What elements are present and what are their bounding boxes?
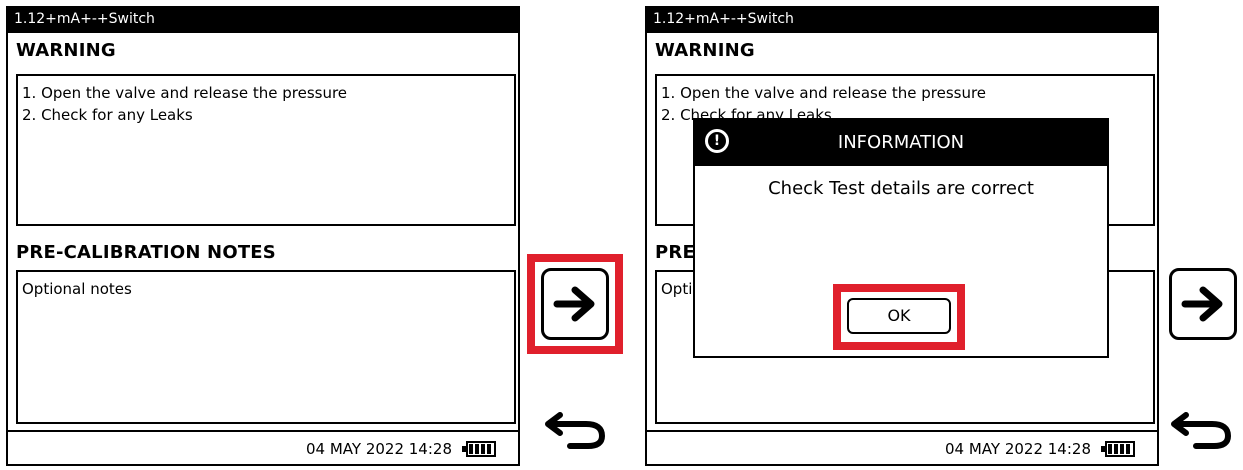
battery-full-icon	[1101, 441, 1135, 457]
status-bar: 04 MAY 2022 14:28	[8, 430, 518, 466]
datetime-readout: 04 MAY 2022 14:28	[945, 440, 1091, 458]
next-button[interactable]	[541, 268, 609, 340]
next-button[interactable]	[1169, 268, 1237, 340]
return-arrow-icon[interactable]	[540, 412, 612, 452]
arrow-right-icon	[1181, 286, 1223, 322]
screen-title: 1.12+mA+-+Switch	[647, 6, 1157, 33]
datetime-readout: 04 MAY 2022 14:28	[306, 440, 452, 458]
status-bar: 04 MAY 2022 14:28	[647, 430, 1157, 466]
warning-heading: WARNING	[16, 40, 116, 61]
dialog-message: Check Test details are correct	[768, 178, 1034, 199]
left-device-screen: 1.12+mA+-+Switch WARNING 1. Open the val…	[6, 6, 520, 466]
pre-calibration-notes-heading: PRE	[655, 242, 695, 263]
warning-line: 1. Open the valve and release the pressu…	[661, 84, 987, 102]
warning-heading: WARNING	[655, 40, 755, 61]
pre-calibration-notes-heading: PRE-CALIBRATION NOTES	[16, 242, 276, 263]
dialog-header: ! INFORMATION	[695, 120, 1107, 166]
return-arrow-icon[interactable]	[1166, 412, 1238, 452]
warning-box: 1. Open the valve and release the pressu…	[16, 74, 516, 226]
exclamation-circle-icon: !	[705, 129, 729, 153]
battery-full-icon	[462, 441, 496, 457]
right-device-screen: 1.12+mA+-+Switch WARNING 1. Open the val…	[645, 6, 1159, 466]
warning-line: 2. Check for any Leaks	[22, 106, 193, 124]
screen-title: 1.12+mA+-+Switch	[8, 6, 518, 33]
ok-button[interactable]: OK	[847, 298, 951, 334]
dialog-title: INFORMATION	[837, 132, 965, 153]
notes-input[interactable]: Optional notes	[16, 270, 516, 424]
notes-placeholder: Optional notes	[22, 280, 132, 298]
warning-line: 1. Open the valve and release the pressu…	[22, 84, 348, 102]
arrow-right-icon	[553, 286, 595, 322]
